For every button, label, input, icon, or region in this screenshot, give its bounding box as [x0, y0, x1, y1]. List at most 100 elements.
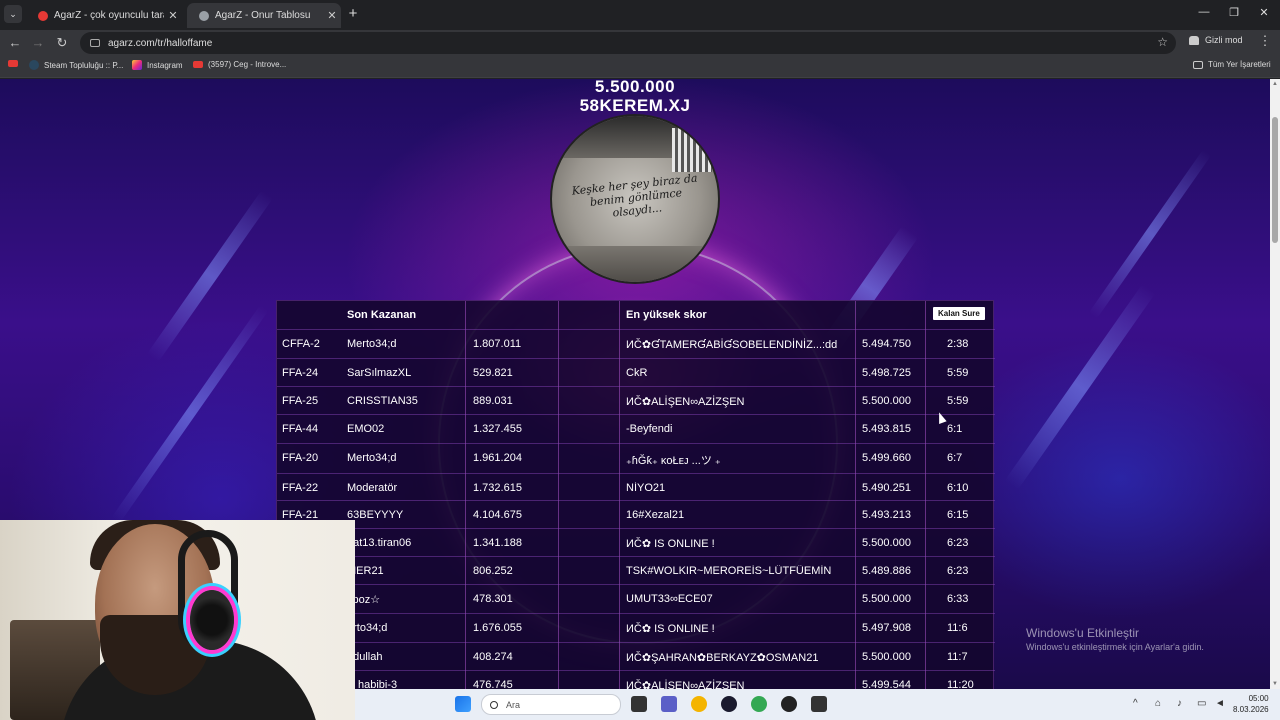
tray-chevron-icon[interactable]: ^ [1133, 698, 1138, 709]
app-icon[interactable] [811, 696, 827, 712]
winner-score-cell: 806.252 [473, 565, 513, 577]
close-tab-icon[interactable]: ✕ [323, 9, 341, 22]
tab-search-icon[interactable]: ⌄ [4, 5, 22, 23]
menu-kebab-icon[interactable]: ⋮ [1258, 33, 1272, 53]
top-player-cell: NİYO21 [626, 482, 666, 494]
time-left-cell: 5:59 [947, 395, 969, 407]
minimize-icon[interactable]: — [1194, 6, 1214, 22]
top-score-cell: 5.493.815 [862, 423, 911, 435]
top-player-cell: ИČ✿ IS ONLINE ! [626, 623, 715, 635]
site-info-icon[interactable] [90, 39, 100, 47]
top-score-cell: 5.498.725 [862, 367, 911, 379]
top-score-cell: 5.500.000 [862, 537, 911, 549]
winner-score-cell: 476.745 [473, 679, 513, 689]
rgb-headset-earcup [190, 590, 234, 650]
teams-icon[interactable] [661, 696, 677, 712]
header-time-left: Kalan Sure [933, 307, 985, 320]
page-scrollbar[interactable]: ▲ ▼ [1270, 79, 1280, 689]
search-icon [490, 700, 498, 709]
close-window-icon[interactable]: ✕ [1254, 6, 1274, 22]
task-view-icon[interactable] [631, 696, 647, 712]
new-tab-button[interactable]: + [344, 5, 362, 23]
table-row: MER21 806.252 TSK#WOLKIR~MEROREİS~LÜTFÜEMİ… [277, 556, 995, 584]
table-row: FFA-25 CRISSTIAN35 889.031 ИČ✿ALİŞEN∞AZİZŞE… [277, 386, 995, 414]
top-player-cell: ИČ✿ IS ONLINE ! [626, 538, 715, 550]
back-icon[interactable]: ← [5, 33, 25, 53]
youtube-icon [193, 61, 203, 68]
windows-taskbar: Ara ^ ⌂ ♪ ▭ ◄ 05:00 8.03.2026 [355, 689, 1280, 720]
tab-title: AgarZ - çok oyunculu tarayıcı oyunu [54, 10, 164, 21]
background-streak [146, 190, 274, 362]
tab-agarz-game[interactable]: AgarZ - çok oyunculu tarayıcı oyunu ✕ [26, 3, 182, 28]
player-avatar: Keşke her şey biraz da benim gönlümce ol… [550, 114, 720, 284]
scrollbar-thumb[interactable] [1272, 117, 1278, 243]
server-cell: FFA-25 [282, 395, 319, 407]
time-left-cell: 5:59 [947, 367, 969, 379]
table-row: hat13.tiran06 1.341.188 ИČ✿ IS ONLINE ! 5.5… [277, 528, 995, 556]
steam-icon[interactable] [721, 696, 737, 712]
time-left-cell: 6:23 [947, 565, 969, 577]
bookmark-star-icon[interactable]: ☆ [1157, 35, 1168, 49]
top-player-cell: ИČ✿ALİSEN∞AZİZSEN [626, 680, 745, 689]
top-player-cell: ИČ✿ALİŞEN∞AZİZŞEN [626, 396, 745, 408]
winner-score-cell: 1.327.455 [473, 423, 522, 435]
url-text: agarz.com/tr/halloffame [108, 37, 213, 49]
clock-date: 8.03.2026 [1233, 705, 1269, 714]
top-score-cell: 5.499.660 [862, 452, 911, 464]
display-icon[interactable]: ▭ [1197, 698, 1206, 709]
time-left-cell: 6:7 [947, 452, 963, 464]
bookmark-label: Steam Topluluğu :: P... [44, 60, 124, 70]
chrome-icon[interactable] [691, 696, 707, 712]
time-left-cell: 11:6 [947, 622, 968, 634]
time-left-cell: 6:23 [947, 537, 969, 549]
tab-agarz-halloffame[interactable]: AgarZ - Onur Tablosu ✕ [187, 3, 341, 28]
restore-icon[interactable]: ❐ [1224, 6, 1244, 22]
taskbar-search[interactable]: Ara [481, 694, 621, 715]
forward-icon[interactable]: → [28, 33, 48, 53]
microphone-icon[interactable]: ♪ [1177, 698, 1182, 709]
youtube-shortcut[interactable] [8, 60, 23, 67]
bookmarks-bar: Steam Topluluğu :: P... Instagram (3597)… [0, 56, 1280, 78]
winner-name-cell: Merto34;d [347, 452, 397, 464]
winner-name-cell: EMO02 [347, 423, 385, 435]
reload-icon[interactable]: ↻ [52, 33, 72, 53]
volume-icon[interactable]: ◄ [1215, 698, 1225, 709]
instagram-icon [132, 60, 142, 70]
taskbar-clock[interactable]: 05:00 8.03.2026 [1233, 693, 1269, 715]
winner-score-cell: 889.031 [473, 395, 513, 407]
app-icon[interactable] [781, 696, 797, 712]
bookmark-instagram[interactable]: Instagram [132, 60, 183, 70]
table-row: FFA-44 EMO02 1.327.455 -Beyfendi 5.493.815 6:… [277, 414, 995, 442]
top-score-cell: 5.500.000 [862, 651, 911, 663]
bookmark-label: (3597) Ceg - Introve... [208, 60, 287, 69]
windows-start-icon[interactable] [455, 696, 471, 712]
winner-name-cell: 63BEYYYY [347, 509, 404, 521]
chrome-active-icon[interactable] [751, 696, 767, 712]
winner-name-cell: hat13.tiran06 [347, 537, 412, 549]
server-cell: FFA-24 [282, 367, 319, 379]
folder-icon [1193, 60, 1203, 69]
bookmark-steam[interactable]: Steam Topluluğu :: P... [29, 60, 123, 70]
address-bar[interactable]: agarz.com/tr/halloffame ☆ [80, 32, 1176, 54]
incognito-indicator[interactable]: Gizli mod [1189, 35, 1243, 45]
network-icon[interactable]: ⌂ [1155, 698, 1161, 709]
time-left-cell: 11:7 [947, 651, 968, 663]
youtube-icon [8, 60, 18, 67]
winner-score-cell: 1.807.011 [473, 338, 522, 350]
table-row: FFA-21 63BEYYYY 4.104.675 16#Xezal21 5.493.2… [277, 500, 995, 528]
close-tab-icon[interactable]: ✕ [164, 9, 182, 22]
time-left-cell: 2:38 [947, 338, 969, 350]
top-score-cell: 5.490.251 [862, 482, 911, 494]
top-score: 5.500.000 [594, 79, 676, 96]
server-cell: FFA-44 [282, 423, 319, 435]
time-left-cell: 6:33 [947, 593, 969, 605]
top-player-cell: -Beyfendi [626, 423, 673, 435]
bookmark-youtube-video[interactable]: (3597) Ceg - Introve... [193, 60, 286, 69]
table-row: odullah 408.274 ИČ✿ŞAHRAN✿BERKAYZ✿OSMAN21 5… [277, 642, 995, 670]
winner-score-cell: 1.732.615 [473, 482, 522, 494]
clock-time: 05:00 [1248, 694, 1269, 703]
winner-score-cell: 1.341.188 [473, 537, 522, 549]
top-player-name: 58KEREM.XJ [579, 96, 691, 115]
all-bookmarks[interactable]: Tüm Yer İşaretleri [1193, 60, 1271, 69]
table-row: erto34;d 1.676.055 ИČ✿ IS ONLINE ! 5.497.90… [277, 613, 995, 641]
